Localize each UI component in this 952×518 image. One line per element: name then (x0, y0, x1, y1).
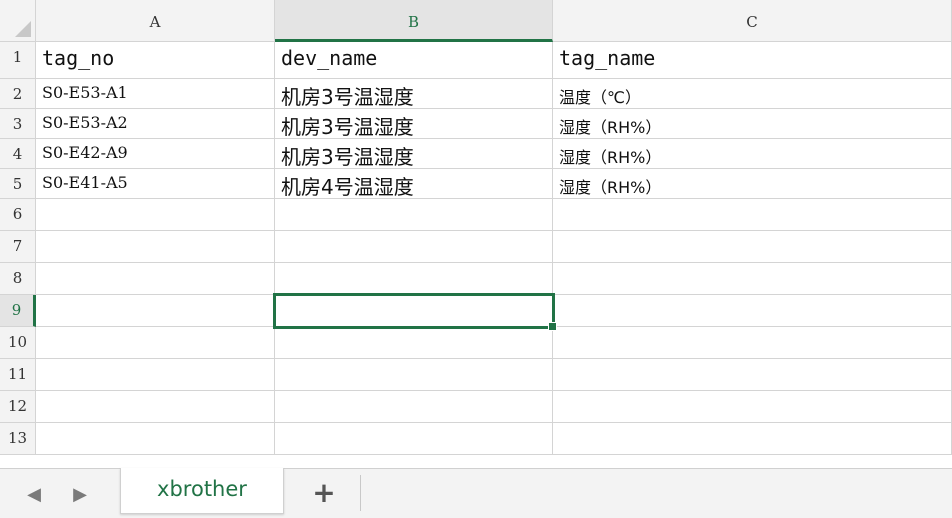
row-header-11[interactable]: 11 (0, 359, 36, 391)
cell-c4[interactable]: 湿度（RH%） (553, 139, 952, 169)
cell-c6[interactable] (553, 199, 952, 231)
cell-c10[interactable] (553, 327, 952, 359)
cell-b3[interactable]: 机房3号温湿度 (275, 109, 553, 139)
cell-c11[interactable] (553, 359, 952, 391)
cell-b10[interactable] (275, 327, 553, 359)
row-header-10[interactable]: 10 (0, 327, 36, 359)
cell-b9[interactable] (275, 295, 553, 327)
column-header-b[interactable]: B (275, 0, 553, 42)
cell-b2[interactable]: 机房3号温湿度 (275, 79, 553, 109)
row-header-9[interactable]: 9 (0, 295, 36, 327)
cell-b12[interactable] (275, 391, 553, 423)
cell-b11[interactable] (275, 359, 553, 391)
column-header-a[interactable]: A (36, 0, 275, 42)
cell-c2[interactable]: 温度（℃） (553, 79, 952, 109)
chevron-right-icon[interactable]: ▶ (68, 483, 92, 507)
cell-b1[interactable]: dev_name (275, 42, 553, 79)
cell-a7[interactable] (36, 231, 275, 263)
row-header-12[interactable]: 12 (0, 391, 36, 423)
row-header-7[interactable]: 7 (0, 231, 36, 263)
cell-a4[interactable]: S0-E42-A9 (36, 139, 275, 169)
cell-c5[interactable]: 湿度（RH%） (553, 169, 952, 199)
cell-a10[interactable] (36, 327, 275, 359)
cell-c9[interactable] (553, 295, 952, 327)
cell-a6[interactable] (36, 199, 275, 231)
row-header-1[interactable]: 1 (0, 42, 36, 79)
row-header-4[interactable]: 4 (0, 139, 36, 169)
cell-c7[interactable] (553, 231, 952, 263)
sheet-tab-xbrother[interactable]: xbrother (120, 468, 284, 514)
row-header-2[interactable]: 2 (0, 79, 36, 109)
cell-a11[interactable] (36, 359, 275, 391)
cell-b8[interactable] (275, 263, 553, 295)
chevron-left-icon[interactable]: ◀ (22, 483, 46, 507)
cell-b7[interactable] (275, 231, 553, 263)
plus-icon[interactable]: + (310, 479, 338, 507)
fill-handle[interactable] (548, 322, 557, 331)
cell-c8[interactable] (553, 263, 952, 295)
row-header-13[interactable]: 13 (0, 423, 36, 455)
cell-c13[interactable] (553, 423, 952, 455)
row-header-5[interactable]: 5 (0, 169, 36, 199)
cell-c12[interactable] (553, 391, 952, 423)
cell-b6[interactable] (275, 199, 553, 231)
spreadsheet-grid[interactable]: A B C 1 tag_no dev_name tag_name 2 S0-E53-A1 机… (0, 0, 952, 468)
cell-a3[interactable]: S0-E53-A2 (36, 109, 275, 139)
cell-a1[interactable]: tag_no (36, 42, 275, 79)
column-header-c[interactable]: C (553, 0, 952, 42)
cell-b5[interactable]: 机房4号温湿度 (275, 169, 553, 199)
cell-a9[interactable] (36, 295, 275, 327)
cell-a2[interactable]: S0-E53-A1 (36, 79, 275, 109)
cell-a5[interactable]: S0-E41-A5 (36, 169, 275, 199)
sheet-tab-bar: ◀ ▶ xbrother + (0, 468, 952, 518)
select-all-corner[interactable] (0, 0, 36, 42)
cell-b13[interactable] (275, 423, 553, 455)
cell-a13[interactable] (36, 423, 275, 455)
cell-c1[interactable]: tag_name (553, 42, 952, 79)
row-header-8[interactable]: 8 (0, 263, 36, 295)
row-header-3[interactable]: 3 (0, 109, 36, 139)
tab-divider (360, 475, 361, 511)
cell-b4[interactable]: 机房3号温湿度 (275, 139, 553, 169)
cell-c3[interactable]: 湿度（RH%） (553, 109, 952, 139)
row-header-6[interactable]: 6 (0, 199, 36, 231)
cell-a8[interactable] (36, 263, 275, 295)
select-all-triangle-icon (15, 21, 31, 37)
cell-a12[interactable] (36, 391, 275, 423)
